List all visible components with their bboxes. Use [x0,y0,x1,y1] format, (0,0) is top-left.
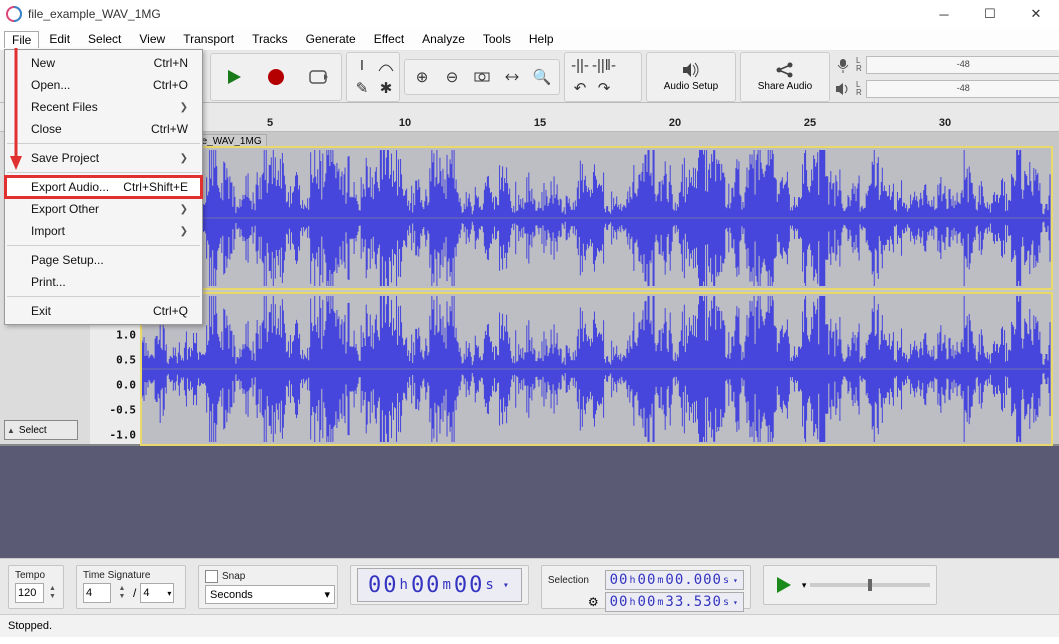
share-audio-button[interactable]: Share Audio [740,52,830,102]
speaker-icon [681,61,701,79]
file-menu-item-exit[interactable]: ExitCtrl+Q [5,300,202,322]
selection-start-timecode[interactable]: 00h00m00.000s▾ [605,570,744,590]
share-icon [775,61,795,79]
window-title: file_example_WAV_1MG [28,7,161,21]
silence-button[interactable]: -||‖- [591,54,617,78]
zoom-out-button[interactable]: ⊖ [437,62,467,92]
file-menu-item-export-other[interactable]: Export Other❯ [5,198,202,220]
file-menu-item-recent-files[interactable]: Recent Files❯ [5,96,202,118]
tempo-panel: Tempo 120 ▲▼ [8,565,64,609]
record-meter[interactable]: LR -48-24 [834,54,1059,76]
menu-analyze[interactable]: Analyze [414,30,473,48]
selection-end-timecode[interactable]: 00h00m33.530s▾ [605,592,744,612]
zoom-in-button[interactable]: ⊕ [407,62,437,92]
menu-generate[interactable]: Generate [298,30,364,48]
gear-icon[interactable]: ⚙ [548,595,599,609]
mic-icon [834,57,852,73]
zoom-fit-selection-button[interactable] [467,62,497,92]
zoom-toggle-button[interactable]: 🔍 [527,62,557,92]
selection-tool[interactable]: I [349,54,375,78]
bottom-toolbar: Tempo 120 ▲▼ Time Signature 4 ▲▼ / 4▾ Sn… [0,558,1059,614]
edit-small-toolbar: -||- -||‖- ↶ ↷ [564,52,642,102]
menu-effect[interactable]: Effect [366,30,412,48]
menu-transport[interactable]: Transport [175,30,242,48]
speaker-small-icon [834,81,852,97]
audio-setup-button[interactable]: Audio Setup [646,52,736,102]
waveform-channel-2[interactable] [140,292,1053,446]
cutcopy-button[interactable] [615,54,641,78]
empty-tracks-area[interactable] [0,446,1059,558]
title-bar: file_example_WAV_1MG ─ ☐ ✕ [0,0,1059,28]
main-timecode-panel: 00h 00m 00s ▾ [350,565,529,605]
loop-button[interactable] [297,56,339,98]
tempo-input[interactable]: 120 [15,583,44,603]
file-menu-item-save-project[interactable]: Save Project❯ [5,147,202,169]
menu-tracks[interactable]: Tracks [244,30,296,48]
play-at-speed-panel: ▾ [763,565,938,605]
play-speed-slider[interactable] [810,583,930,587]
tempo-stepper[interactable]: ▲▼ [48,585,57,601]
redo-button[interactable]: ↷ [591,76,617,100]
record-button[interactable] [255,56,297,98]
app-logo-icon [6,6,22,22]
menu-select[interactable]: Select [80,30,129,48]
status-text: Stopped. [8,620,52,632]
playback-meter[interactable]: LR -48-24 [834,78,1059,100]
trim-button[interactable]: -||- [567,54,593,78]
zoom-toolbar: ⊕ ⊖ 🔍 [404,59,560,95]
menu-view[interactable]: View [131,30,173,48]
time-signature-panel: Time Signature 4 ▲▼ / 4▾ [76,565,186,609]
snap-checkbox[interactable] [205,570,218,583]
file-menu-item-export-audio[interactable]: Export Audio...Ctrl+Shift+E [5,176,202,198]
menu-file[interactable]: File [4,31,39,48]
zoom-fit-project-button[interactable] [497,62,527,92]
file-menu-dropdown: NewCtrl+NOpen...Ctrl+ORecent Files❯Close… [4,49,203,325]
play-button[interactable] [213,56,255,98]
snap-panel: Snap Seconds▾ [198,565,338,609]
file-menu-item-import[interactable]: Import❯ [5,220,202,242]
maximize-button[interactable]: ☐ [967,0,1013,28]
draw-tool[interactable]: ✎ [349,76,375,100]
tools-toolbar: I ✎ ✱ [346,52,400,102]
menu-edit[interactable]: Edit [41,30,78,48]
selection-panel: Selection 00h00m00.000s▾ ⚙ 00h00m33.530s… [541,565,751,609]
snap-unit-select[interactable]: Seconds▾ [205,585,335,604]
main-timecode[interactable]: 00h 00m 00s ▾ [357,568,522,602]
file-menu-item-close[interactable]: CloseCtrl+W [5,118,202,140]
menu-help[interactable]: Help [521,30,562,48]
transport-toolbar [210,53,342,101]
envelope-tool[interactable] [373,54,399,78]
undo-button[interactable]: ↶ [567,76,593,100]
file-menu-item-print[interactable]: Print... [5,271,202,293]
close-button[interactable]: ✕ [1013,0,1059,28]
minimize-button[interactable]: ─ [921,0,967,28]
file-menu-item-new[interactable]: NewCtrl+N [5,52,202,74]
menu-bar: File Edit Select View Transport Tracks G… [0,28,1059,51]
timesig-den-select[interactable]: 4▾ [140,583,174,603]
timesig-num-input[interactable]: 4 [83,583,111,603]
play-speed-dropdown[interactable]: ▾ [802,580,807,591]
waveform-channel-1[interactable] [140,146,1053,290]
timesig-num-stepper[interactable]: ▲▼ [115,585,129,601]
file-menu-item-open[interactable]: Open...Ctrl+O [5,74,202,96]
multi-tool[interactable]: ✱ [373,76,399,100]
play-at-speed-button[interactable] [770,571,798,599]
track-select-button[interactable]: Select [4,420,78,440]
file-menu-item-page-setup[interactable]: Page Setup... [5,249,202,271]
extra-button[interactable] [615,76,641,100]
menu-tools[interactable]: Tools [475,30,519,48]
status-bar: Stopped. [0,614,1059,637]
